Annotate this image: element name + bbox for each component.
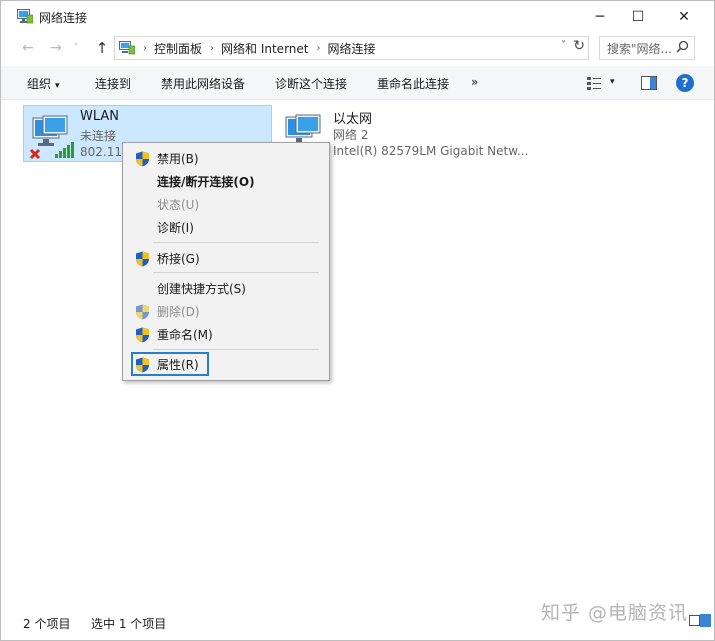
breadcrumb-network-connections[interactable]: 网络连接 bbox=[327, 40, 375, 57]
title-bar: 网络连接 ─ ☐ ✕ bbox=[1, 1, 714, 32]
address-bar[interactable]: › 控制面板 › 网络和 Internet › 网络连接 ˅ ↻ bbox=[114, 36, 589, 60]
item-device: Intel(R) 82579LM Gigabit Netw... bbox=[333, 144, 529, 158]
network-connections-icon bbox=[17, 9, 33, 24]
selection-count: 选中 1 个项目 bbox=[91, 617, 167, 631]
back-button[interactable]: ← bbox=[17, 38, 39, 58]
organize-label: 组织 bbox=[27, 77, 52, 91]
menu-item-delete: 删除(D) bbox=[125, 300, 327, 322]
menu-separator bbox=[153, 272, 319, 273]
item-count: 2 个项目 bbox=[23, 617, 71, 631]
refresh-icon[interactable]: ↻ bbox=[573, 38, 585, 54]
menu-item-label: 连接/断开连接(O) bbox=[157, 175, 255, 189]
search-icon[interactable] bbox=[676, 40, 689, 53]
uac-shield-icon bbox=[136, 304, 149, 320]
menu-item-label: 删除(D) bbox=[157, 305, 200, 319]
details-view-icon[interactable] bbox=[689, 615, 700, 626]
menu-item-label: 桥接(G) bbox=[157, 252, 200, 266]
watermark: 知乎 @电脑资讯 bbox=[541, 602, 689, 624]
rename-button[interactable]: 重命名此连接 bbox=[377, 75, 449, 92]
preview-pane-icon[interactable] bbox=[641, 76, 657, 90]
menu-item-bridge[interactable]: 桥接(G) bbox=[125, 247, 327, 269]
more-commands-button[interactable]: » bbox=[471, 75, 478, 89]
menu-item-status: 状态(U) bbox=[125, 193, 327, 215]
view-options-dropdown[interactable]: ▾ bbox=[610, 77, 615, 87]
uac-shield-icon bbox=[136, 357, 149, 373]
recent-locations-button[interactable]: ˅ bbox=[69, 38, 83, 58]
breadcrumb-control-panel[interactable]: 控制面板 bbox=[154, 40, 202, 57]
search-box[interactable]: 搜索"网络... bbox=[599, 36, 695, 60]
menu-item-connect-disconnect[interactable]: 连接/断开连接(O) bbox=[125, 170, 327, 192]
disable-device-button[interactable]: 禁用此网络设备 bbox=[161, 75, 245, 92]
diagnose-button[interactable]: 诊断这个连接 bbox=[275, 75, 347, 92]
menu-separator bbox=[153, 349, 319, 350]
menu-item-label: 状态(U) bbox=[157, 198, 200, 212]
item-status: 网络 2 bbox=[333, 128, 369, 142]
window-title: 网络连接 bbox=[39, 11, 88, 25]
search-input[interactable]: 搜索"网络... bbox=[607, 40, 672, 57]
control-panel-icon bbox=[119, 41, 135, 55]
uac-shield-icon bbox=[136, 151, 149, 167]
menu-item-label: 重命名(M) bbox=[157, 328, 213, 342]
command-bar: 组织 ▾ 连接到 禁用此网络设备 诊断这个连接 重命名此连接 » ▾ ? bbox=[1, 66, 714, 100]
uac-shield-icon bbox=[136, 327, 149, 343]
large-icons-view-icon[interactable] bbox=[700, 614, 711, 627]
help-icon[interactable]: ? bbox=[676, 74, 694, 92]
menu-item-label: 创建快捷方式(S) bbox=[157, 282, 246, 296]
item-name: 以太网 bbox=[333, 112, 373, 127]
menu-item-diagnose[interactable]: 诊断(I) bbox=[125, 216, 327, 238]
menu-item-label: 禁用(B) bbox=[157, 152, 199, 166]
item-name: WLAN bbox=[80, 109, 120, 124]
close-button[interactable]: ✕ bbox=[661, 1, 707, 32]
file-list: WLAN 未连接 802.11n 以太网 网络 2 Intel(R) 82579… bbox=[1, 100, 714, 604]
change-view-icon[interactable] bbox=[586, 75, 602, 91]
context-menu: 禁用(B) 连接/断开连接(O) 状态(U) 诊断(I) 桥接(G) 创建快捷方… bbox=[122, 142, 330, 381]
menu-item-rename[interactable]: 重命名(M) bbox=[125, 323, 327, 345]
menu-item-disable[interactable]: 禁用(B) bbox=[125, 147, 327, 169]
menu-item-label: 属性(R) bbox=[157, 358, 199, 372]
chevron-down-icon: ▾ bbox=[55, 81, 60, 91]
breadcrumb-separator[interactable]: › bbox=[210, 43, 214, 54]
maximize-button[interactable]: ☐ bbox=[615, 1, 661, 32]
breadcrumb-separator: › bbox=[143, 42, 147, 54]
navigation-bar: ← → ˅ ↑ › 控制面板 › 网络和 Internet › 网络连接 ˅ ↻… bbox=[1, 32, 714, 64]
menu-item-label: 诊断(I) bbox=[157, 221, 194, 235]
wireless-network-icon bbox=[29, 115, 74, 160]
up-button[interactable]: ↑ bbox=[91, 38, 113, 58]
breadcrumb-network-internet[interactable]: 网络和 Internet bbox=[221, 40, 308, 57]
menu-item-properties[interactable]: 属性(R) bbox=[131, 352, 209, 376]
address-dropdown-button[interactable]: ˅ bbox=[561, 40, 566, 51]
menu-separator bbox=[153, 242, 319, 243]
item-status: 未连接 bbox=[80, 129, 117, 143]
explorer-window: 网络连接 ─ ☐ ✕ ← → ˅ ↑ › 控制面板 › 网络和 Internet… bbox=[0, 0, 715, 641]
breadcrumb-separator[interactable]: › bbox=[316, 43, 320, 54]
menu-item-create-shortcut[interactable]: 创建快捷方式(S) bbox=[125, 277, 327, 299]
connect-to-button[interactable]: 连接到 bbox=[95, 75, 131, 92]
forward-button[interactable]: → bbox=[45, 38, 67, 58]
uac-shield-icon bbox=[136, 251, 149, 267]
organize-button[interactable]: 组织 ▾ bbox=[27, 75, 60, 92]
